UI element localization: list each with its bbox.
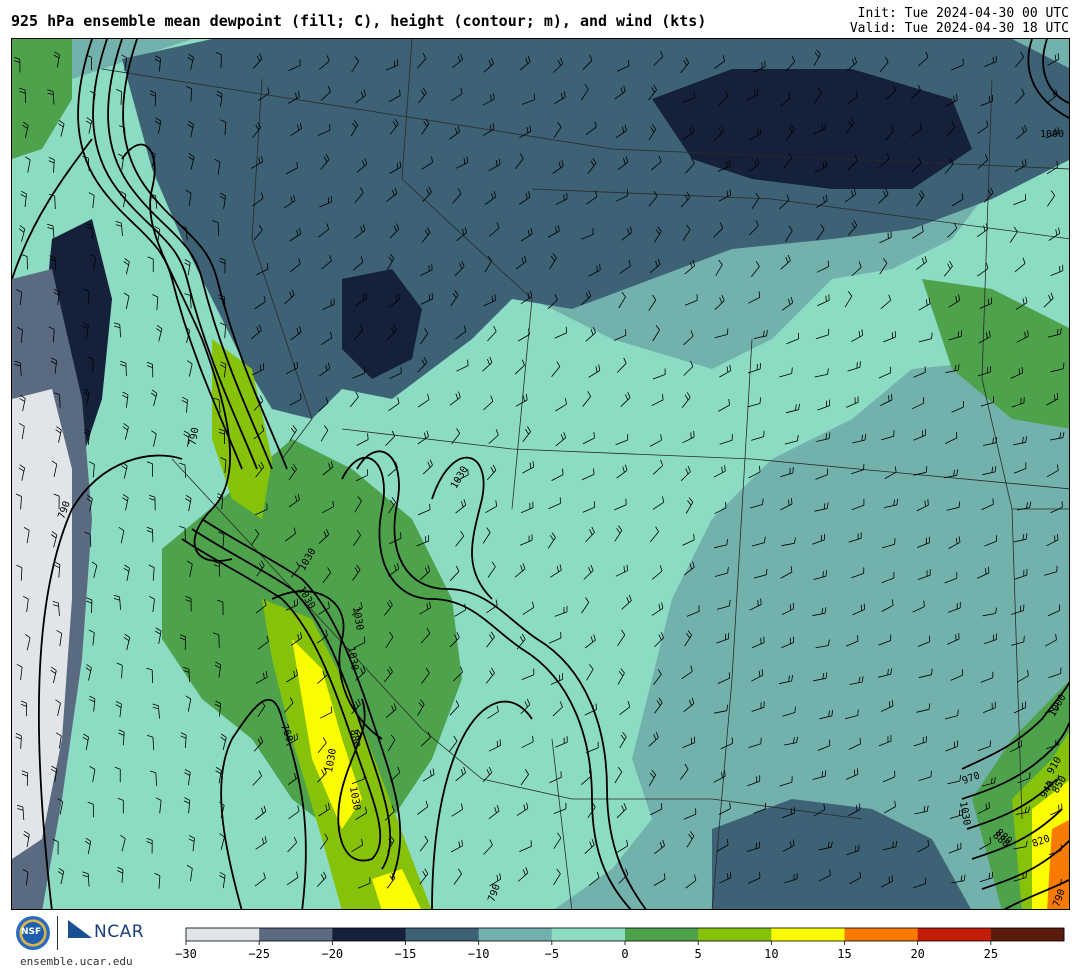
ncar-logo-text: NCAR bbox=[94, 922, 145, 942]
map-canvas: 7907907601030103010301030103010301030880… bbox=[12, 39, 1069, 909]
colorbar-bin bbox=[844, 928, 919, 941]
colorbar-tick-label: 10 bbox=[764, 947, 778, 961]
colorbar-tick-label: −30 bbox=[175, 947, 197, 961]
colorbar-tick-label: 0 bbox=[621, 947, 628, 961]
colorbar-bin bbox=[990, 928, 1065, 941]
colorbar-bin bbox=[771, 928, 845, 941]
dewpoint-map: 790 790 760 1030 1030 1030 1030 1030 1030 1030 880… bbox=[11, 38, 1070, 910]
colorbar-bin bbox=[405, 928, 480, 941]
colorbar-tick-label: −10 bbox=[468, 947, 490, 961]
colorbar-tick-label: −20 bbox=[321, 947, 343, 961]
colorbar-bin bbox=[186, 928, 260, 941]
colorbar-tick-label: −5 bbox=[545, 947, 559, 961]
colorbar-bin bbox=[259, 928, 333, 941]
logo-divider bbox=[57, 916, 58, 950]
chart-title: 925 hPa ensemble mean dewpoint (fill; C)… bbox=[11, 12, 707, 30]
colorbar-bin bbox=[551, 928, 626, 941]
colorbar-tick-label: −15 bbox=[395, 947, 417, 961]
colorbar-tick-label: −25 bbox=[248, 947, 270, 961]
website-url: ensemble.ucar.edu bbox=[20, 955, 133, 968]
colorbar-tick-label: 5 bbox=[695, 947, 702, 961]
contour-label: 1000 bbox=[1040, 129, 1064, 140]
colorbar-bin bbox=[332, 928, 406, 941]
time-info: Init: Tue 2024-04-30 00 UTC Valid: Tue 2… bbox=[850, 6, 1069, 36]
valid-time: Valid: Tue 2024-04-30 18 UTC bbox=[849, 21, 1069, 36]
colorbar-tick-label: 20 bbox=[910, 947, 924, 961]
colorbar-tick-label: 25 bbox=[984, 947, 998, 961]
colorbar-bin bbox=[917, 928, 992, 941]
nsf-logo-text: NSF bbox=[21, 927, 42, 937]
init-time: Init: Tue 2024-04-30 00 UTC bbox=[857, 6, 1069, 21]
colorbar-bin bbox=[625, 928, 699, 941]
colorbar-bin bbox=[478, 928, 553, 941]
ncar-logo-icon bbox=[68, 920, 92, 938]
colorbar-bin bbox=[698, 928, 772, 941]
colorbar-tick-label: 15 bbox=[837, 947, 851, 961]
colorbar: −30 −25 −20 −15 −10 −5 0 5 10 15 20 25 bbox=[175, 927, 1065, 961]
